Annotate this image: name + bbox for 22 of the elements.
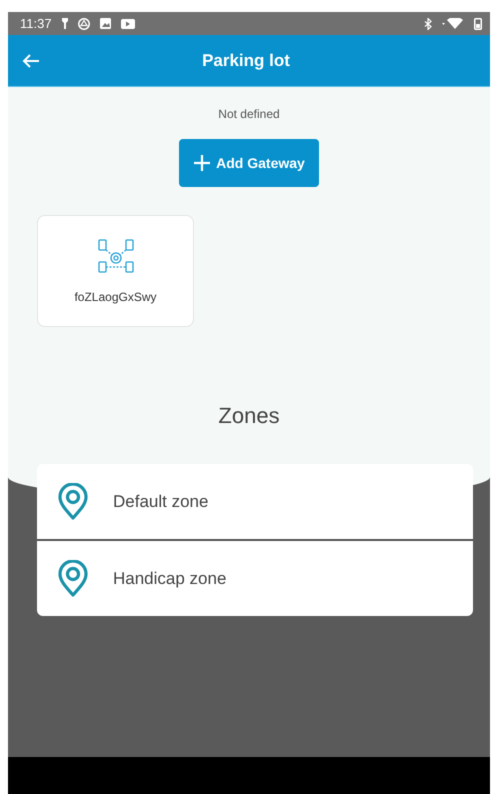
key-icon bbox=[62, 18, 68, 29]
add-gateway-button[interactable]: Add Gateway bbox=[179, 139, 319, 187]
wifi-icon bbox=[442, 18, 464, 29]
status-time: 11:37 bbox=[20, 16, 52, 31]
image-icon bbox=[100, 18, 111, 29]
gateway-card[interactable]: foZLaogGxSwy bbox=[37, 215, 194, 327]
screen-title: Parking lot bbox=[201, 50, 291, 70]
back-button[interactable] bbox=[22, 52, 40, 68]
zones-heading: Zones bbox=[218, 403, 280, 429]
bluetooth-icon bbox=[424, 18, 432, 30]
location-pin-icon bbox=[57, 560, 89, 598]
zone-item[interactable]: Handicap zone bbox=[37, 539, 473, 616]
zone-name: Handicap zone bbox=[113, 568, 226, 588]
zone-name: Default zone bbox=[113, 492, 208, 512]
play-icon bbox=[120, 18, 135, 28]
triangle-circle-icon bbox=[78, 18, 90, 30]
location-pin-icon bbox=[57, 482, 89, 520]
plus-icon bbox=[193, 154, 212, 172]
gateway-status-text: Not defined bbox=[218, 107, 280, 121]
zone-item[interactable]: Default zone bbox=[37, 464, 473, 539]
gateway-name: foZLaogGxSwy bbox=[74, 290, 157, 304]
battery-icon bbox=[474, 18, 482, 30]
